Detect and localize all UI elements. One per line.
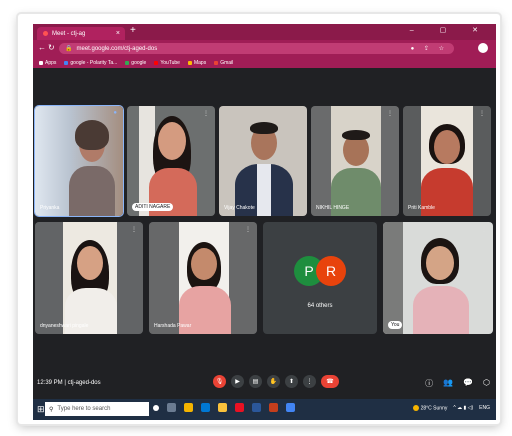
participant-tile-harshada[interactable]: ⋮ Harshada Pawar — [149, 222, 257, 334]
participant-name: dnyaneshwari pingale — [40, 323, 89, 329]
taskbar-search[interactable]: ⚲ Type here to search — [45, 402, 149, 416]
side-controls: ⓘ 👥 💬 ⬡ — [425, 378, 490, 389]
participant-name: Harshada Pawar — [154, 323, 192, 329]
recording-icon — [43, 31, 48, 36]
powerpoint-icon[interactable] — [269, 403, 278, 412]
bookmark-gmail[interactable]: Gmail — [214, 60, 233, 66]
sun-icon — [412, 405, 419, 411]
more-options-icon[interactable]: ⋮ — [245, 226, 251, 233]
taskbar-apps — [153, 403, 295, 412]
bookmark-youtube[interactable]: YouTube — [154, 60, 180, 66]
language-indicator[interactable]: ENG — [479, 405, 490, 411]
others-tile[interactable]: P R 64 others — [263, 222, 377, 334]
new-tab-button[interactable]: + — [130, 25, 136, 36]
windows-start-icon[interactable]: ⊞ — [37, 404, 45, 415]
participant-tile-vijay[interactable]: Vijay Chakote — [219, 106, 307, 216]
tab-close-button[interactable]: × — [116, 30, 120, 37]
windows-taskbar: ⊞ ⚲ Type here to search 28°C Sunny ^ ☁ ▮… — [33, 399, 496, 420]
office-icon[interactable] — [235, 403, 244, 412]
chrome-icon[interactable] — [184, 403, 193, 412]
bookmark-polarity[interactable]: google - Polarity Ta... — [64, 60, 117, 66]
edge-icon[interactable] — [201, 403, 210, 412]
participant-name: Vijay Chakote — [224, 205, 255, 211]
system-tray: 28°C Sunny ^ ☁ ▮ ◁) ENG — [412, 405, 490, 411]
chat-icon[interactable]: 💬 — [463, 378, 473, 389]
activities-icon[interactable]: ⬡ — [483, 378, 490, 389]
back-icon[interactable]: ← — [38, 43, 46, 52]
more-options-icon[interactable]: ⋮ — [481, 226, 487, 233]
participant-tile-priti[interactable]: ⋮ Priti Kamble — [403, 106, 491, 216]
maps-icon — [187, 60, 192, 65]
call-controls: 🎙 ▶ ▤ ✋ ⬆ ⋮ ☎ — [213, 375, 339, 388]
participant-name: Priti Kamble — [408, 205, 435, 211]
avatar: R — [316, 255, 346, 286]
gmail-icon — [214, 60, 219, 65]
google-icon — [64, 60, 69, 65]
participant-name: NIKHIL HINGE — [316, 205, 350, 211]
participant-tile-priyanka[interactable]: ● Priyanka — [34, 105, 124, 217]
apps-icon — [39, 60, 43, 65]
profile-avatar[interactable] — [478, 43, 488, 53]
google-icon — [125, 60, 130, 65]
cortana-icon[interactable] — [153, 405, 159, 411]
bookmark-maps[interactable]: Maps — [187, 60, 206, 66]
meeting-info: 12:39 PM | ctj-aged-dos — [37, 380, 101, 386]
people-icon[interactable]: 👥 — [443, 378, 453, 389]
more-options-icon[interactable]: ⋮ — [387, 110, 393, 117]
address-actions[interactable]: ● ⇪ ☆ — [411, 45, 448, 52]
bookmarks-bar: Apps google - Polarity Ta... google YouT… — [33, 57, 496, 68]
lock-icon: 🔒 — [65, 46, 73, 52]
participant-tile-aditi[interactable]: ⋮ ADITI NAGARE — [127, 106, 215, 216]
url-text: meet.google.com/ctj-aged-dos — [76, 45, 158, 52]
file-explorer-icon[interactable] — [218, 403, 227, 412]
bookmark-apps[interactable]: Apps — [39, 60, 56, 66]
browser-tab-bar: Meet - ctj-ag × + – ▢ ✕ — [33, 24, 496, 40]
speaking-icon: ● — [113, 110, 117, 116]
url-field[interactable]: 🔒 meet.google.com/ctj-aged-dos ● ⇪ ☆ — [59, 43, 454, 54]
search-icon: ⚲ — [49, 406, 54, 413]
more-options-icon[interactable]: ⋮ — [479, 110, 485, 117]
task-view-icon[interactable] — [167, 403, 176, 412]
youtube-icon — [154, 60, 159, 65]
participant-tile-self[interactable]: ⋮ You — [383, 222, 493, 334]
chrome-active-icon[interactable] — [286, 403, 295, 412]
tab-title: Meet - ctj-ag — [52, 30, 86, 37]
microphone-off-icon[interactable]: 🎙 — [213, 375, 226, 388]
screen: Meet - ctj-ag × + – ▢ ✕ ← ↻ 🔒 meet.googl… — [33, 24, 496, 420]
weather-widget[interactable]: 28°C Sunny — [412, 405, 447, 411]
tray-icons[interactable]: ^ ☁ ▮ ◁) — [453, 405, 473, 411]
present-screen-icon[interactable]: ⬆ — [285, 375, 298, 388]
more-options-button[interactable]: ⋮ — [303, 375, 316, 388]
raise-hand-icon[interactable]: ✋ — [267, 375, 280, 388]
browser-tab[interactable]: Meet - ctj-ag × — [37, 27, 125, 40]
leave-call-button[interactable]: ☎ — [321, 375, 339, 388]
participant-tile-nikhil[interactable]: ⋮ NIKHIL HINGE — [311, 106, 399, 216]
address-bar-row: ← ↻ 🔒 meet.google.com/ctj-aged-dos ● ⇪ ☆ — [33, 40, 496, 57]
reload-icon[interactable]: ↻ — [48, 43, 55, 52]
more-options-icon[interactable]: ⋮ — [203, 110, 209, 117]
word-icon[interactable] — [252, 403, 261, 412]
participant-name: ADITI NAGARE — [132, 203, 174, 211]
others-avatars: P R — [294, 255, 346, 286]
camera-icon[interactable]: ▶ — [231, 375, 244, 388]
info-icon[interactable]: ⓘ — [425, 378, 433, 389]
window-controls[interactable]: – ▢ ✕ — [410, 26, 490, 34]
participant-tile-dnyaneshwari[interactable]: ⋮ dnyaneshwari pingale — [35, 222, 143, 334]
others-count: 64 others — [307, 302, 333, 309]
search-placeholder: Type here to search — [57, 406, 111, 412]
self-label: You — [388, 321, 403, 329]
participant-name: Priyanka — [40, 205, 60, 211]
meeting-control-bar: 12:39 PM | ctj-aged-dos 🎙 ▶ ▤ ✋ ⬆ ⋮ ☎ ⓘ … — [33, 369, 496, 399]
more-options-icon[interactable]: ⋮ — [131, 226, 137, 233]
bookmark-google[interactable]: google — [125, 60, 146, 66]
captions-icon[interactable]: ▤ — [249, 375, 262, 388]
